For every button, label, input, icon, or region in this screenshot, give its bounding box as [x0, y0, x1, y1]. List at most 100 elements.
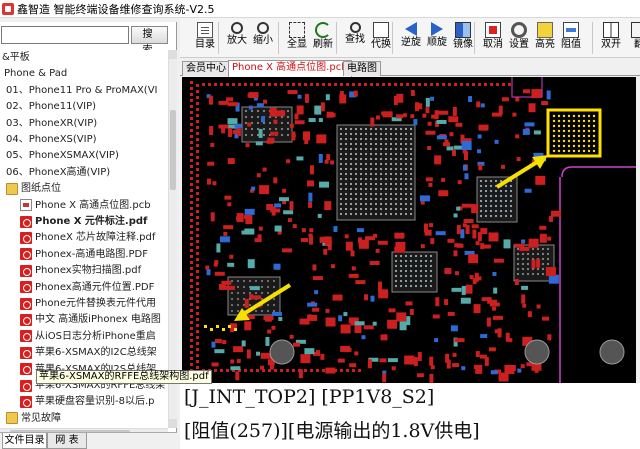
- tab-file-catalog[interactable]: 文件目录: [2, 433, 47, 449]
- tree-item[interactable]: 中文 高通版iPhonex 电路图: [20, 312, 161, 327]
- toolbar-separator: [278, 22, 279, 54]
- tree-item-tooltip: 苹果6-XSMAX的RFFE总线架构图.pdf: [36, 370, 212, 384]
- net-description-line: [阻值(257)][电源输出的1.8V供电]: [184, 420, 480, 442]
- left-tab-bar: 文件目录 网 表: [0, 432, 177, 449]
- toolbar-button-settings[interactable]: 设置: [506, 20, 532, 56]
- toolbar: 目录 放大 缩小 全显 刷新 查找 代换 逆旋 顺旋 镜像 取消 设置 高亮 阻值 双开 翻: [180, 18, 640, 58]
- folder-icon: [6, 412, 18, 425]
- net-info-panel: [J_INT_TOP2] [PP1V8_S2] [阻值(257)][电源输出的1…: [180, 383, 640, 449]
- tree-item[interactable]: Phone & Pad: [4, 66, 67, 81]
- toolbar-button-label: 缩小: [253, 35, 273, 46]
- toolbar-button-resistance[interactable]: 阻值: [558, 20, 584, 56]
- toolbar-button-zoom-out[interactable]: 缩小: [250, 20, 276, 56]
- toolbar-button-fit-all[interactable]: 全显: [284, 20, 310, 56]
- tree-item[interactable]: 04、PhoneXS(VIP): [6, 132, 97, 147]
- dual-open-icon: [603, 22, 619, 38]
- tree-item[interactable]: Phonex-高通电路图.PDF: [20, 247, 148, 262]
- toolbar-separator: [592, 22, 593, 54]
- toolbar-button-replace[interactable]: 代换: [368, 20, 394, 56]
- tree-item[interactable]: Phonex高通元件位置.PDF: [20, 280, 154, 295]
- scroll-thumb[interactable]: [170, 110, 176, 190]
- tree-item[interactable]: 02、Phone11(VIP): [6, 99, 96, 114]
- tree-item[interactable]: Phone元件替换表元件代用: [20, 296, 156, 311]
- toolbar-button-label: 代换: [371, 39, 391, 50]
- tree-item[interactable]: 苹果6-XSMAX的I2C总线架: [20, 345, 157, 360]
- tree-item[interactable]: 03、PhoneXR(VIP): [6, 116, 97, 131]
- tree-item-label: 苹果6-XSMAX的I2C总线架: [35, 347, 157, 359]
- tree-item-label: Phonex-高通电路图.PDF: [35, 248, 148, 260]
- pdf-file-icon: [20, 313, 32, 326]
- toolbar-button-find[interactable]: 查找: [342, 20, 368, 56]
- tree-item[interactable]: Phone X 高通点位图.pcb: [20, 198, 151, 213]
- highlight-icon: [537, 22, 553, 38]
- tree-item[interactable]: 常见故障: [6, 411, 61, 426]
- scroll-down-icon[interactable]: [169, 419, 177, 428]
- tree-item[interactable]: 05、PhoneXSMAX(VIP): [6, 148, 119, 163]
- window-title: 鑫智造 智能终端设备维修查询系统-V2.5: [17, 2, 215, 16]
- search-row: 搜 索: [0, 26, 177, 56]
- toolbar-separator: [392, 22, 393, 54]
- net-name-line: [J_INT_TOP2] [PP1V8_S2]: [184, 386, 435, 408]
- scroll-up-icon[interactable]: [169, 50, 177, 59]
- toolbar-button-label: 阻值: [561, 39, 581, 50]
- tab-schematic[interactable]: 电路图: [343, 61, 381, 76]
- fit-all-icon: [289, 22, 305, 38]
- folder-icon: [6, 182, 18, 195]
- toolbar-separator: [218, 22, 219, 54]
- app-window: { "window": {"title": "鑫智造 智能终端设备维修查询系统-…: [0, 0, 640, 449]
- tree-item-label: Phone & Pad: [4, 68, 68, 80]
- pdf-file-icon: [20, 297, 32, 310]
- tree-item-label: Phone元件替换表元件代用: [35, 298, 156, 309]
- tree-item-label: 常见故障: [21, 412, 61, 424]
- refresh-icon: [315, 22, 331, 38]
- tree-item[interactable]: 01、Phone11 Pro & ProMAX(VI: [6, 83, 158, 98]
- toolbar-button-zoom-in[interactable]: 放大: [224, 20, 250, 56]
- tree-item-label: 从iOS日志分析iPhone重启: [35, 330, 156, 342]
- tree-item[interactable]: 图纸点位: [6, 181, 61, 196]
- tree-item-label: &平板: [2, 52, 30, 63]
- toolbar-button-catalog[interactable]: 目录: [192, 20, 218, 56]
- pdf-file-icon: [20, 363, 32, 376]
- rotate-cw-icon: [431, 22, 443, 36]
- tree-item[interactable]: 苹果硬盘容量识别-8以后.p: [20, 394, 155, 409]
- tree-item-label: Phone X 元件标注.pdf: [35, 216, 148, 227]
- search-button[interactable]: 搜 索: [131, 26, 168, 56]
- pdf-file-icon: [20, 330, 32, 343]
- toolbar-button-dual-open[interactable]: 双开: [598, 20, 624, 56]
- toolbar-button-rotate-cw[interactable]: 顺旋: [424, 20, 450, 56]
- tree-item[interactable]: Phone X 元件标注.pdf: [20, 214, 147, 229]
- pcb-canvas[interactable]: [182, 77, 636, 383]
- tree-item-label: 05、PhoneXSMAX(VIP): [6, 150, 119, 162]
- toolbar-button-label: 设置: [509, 39, 529, 50]
- toolbar-button-rotate-ccw[interactable]: 逆旋: [398, 20, 424, 56]
- toolbar-button-refresh[interactable]: 刷新: [310, 20, 336, 56]
- title-bar: 鑫智造 智能终端设备维修查询系统-V2.5: [0, 0, 640, 18]
- tree-item[interactable]: PhoneX 芯片故障注释.pdf: [20, 230, 155, 245]
- mirror-icon: [455, 22, 471, 38]
- search-input[interactable]: [1, 26, 129, 44]
- tab-member-center[interactable]: 会员中心: [182, 61, 230, 76]
- tree-item[interactable]: 06、PhoneX高通(VIP): [6, 165, 110, 180]
- pdf-file-icon: [20, 215, 32, 228]
- tree-item-label: Phone X 高通点位图.pcb: [35, 199, 151, 211]
- cancel-icon: [485, 22, 501, 38]
- settings-icon: [511, 22, 527, 38]
- tab-pcb-file[interactable]: Phone X 高通点位图.pcb: [228, 60, 352, 77]
- toolbar-button-highlight[interactable]: 高亮: [532, 20, 558, 56]
- catalog-icon: [197, 22, 213, 38]
- pdf-file-icon: [20, 248, 32, 261]
- toolbar-button-label: 全显: [287, 39, 307, 50]
- toolbar-button-cancel[interactable]: 取消: [480, 20, 506, 56]
- toolbar-button-mirror[interactable]: 镜像: [450, 20, 476, 56]
- zoom-in-icon: [231, 22, 243, 34]
- tab-netlist[interactable]: 网 表: [47, 433, 87, 449]
- toolbar-button-label: 查找: [345, 34, 365, 45]
- tree-item[interactable]: &平板: [2, 50, 30, 65]
- toolbar-button-flip[interactable]: 翻: [626, 20, 640, 56]
- document-tabs: 会员中心 Phone X 高通点位图.pcb 电路图: [180, 59, 640, 77]
- tree-item[interactable]: 从iOS日志分析iPhone重启: [20, 329, 156, 344]
- tree-item[interactable]: Phonex实物扫描图.pdf: [20, 263, 141, 278]
- toolbar-button-label: 取消: [483, 39, 503, 50]
- tree-item-label: 04、PhoneXS(VIP): [6, 134, 97, 145]
- flip-icon: [631, 22, 640, 38]
